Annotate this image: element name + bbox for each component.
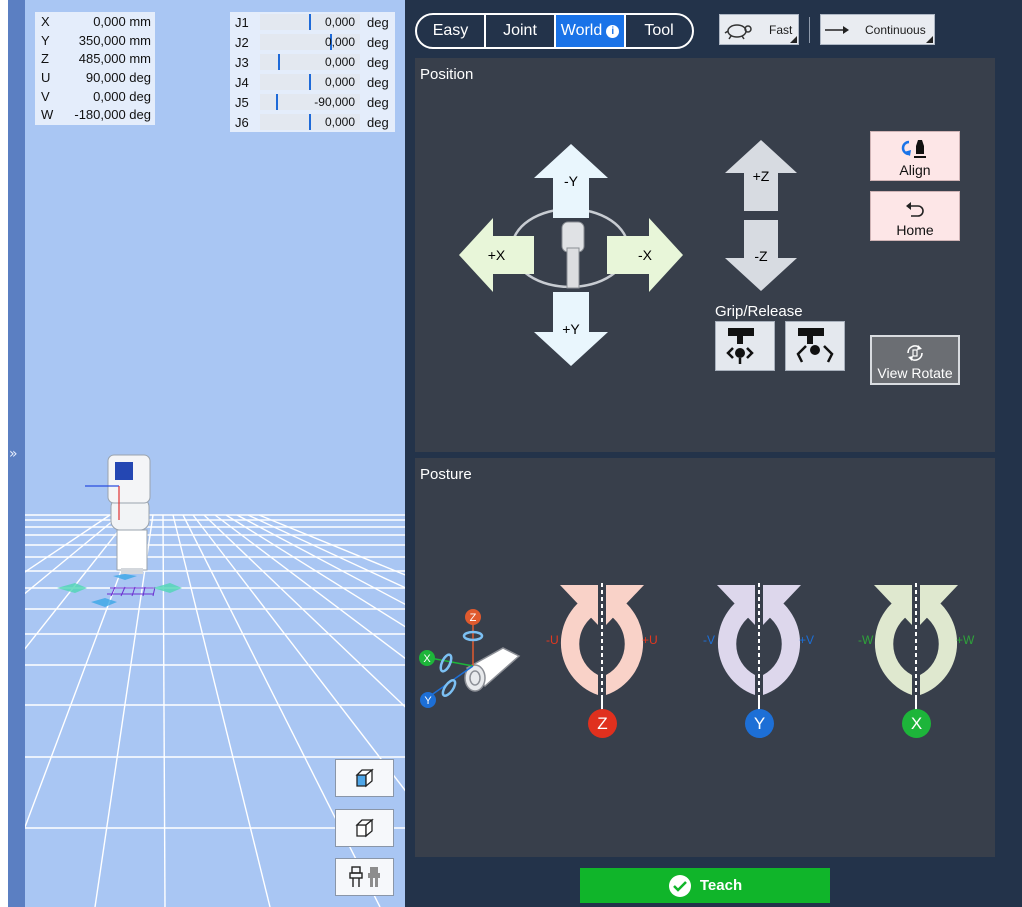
rotate-u-control: -U +U Z xyxy=(540,583,670,738)
world-coordinates-panel: X 0,000 mm Y 350,000 mm Z 485,000 mm U 90,00… xyxy=(35,12,155,125)
posture-section: Posture Z X Y -U +U Z -V +V Y -W +W X xyxy=(415,458,995,857)
dropdown-corner-icon xyxy=(926,36,933,43)
gripper-open-icon xyxy=(796,328,834,363)
tool-axes-diagram: Z X Y xyxy=(419,609,521,708)
jog-control-panel: Easy Joint World i Tool Fast Continuous P… xyxy=(405,0,1022,907)
joint-row-j6: J6 0,000 deg xyxy=(235,114,389,130)
undo-arrow-icon xyxy=(906,202,924,217)
toolbar-divider xyxy=(809,17,810,43)
floor-marker-front xyxy=(91,598,117,607)
joint-row-j4: J4 0,000 deg xyxy=(235,74,389,90)
turtle-icon xyxy=(724,23,752,39)
grip-release-label: Grip/Release xyxy=(715,303,803,320)
floor-marker-back xyxy=(113,574,137,580)
jog-minus-x-button[interactable]: -X xyxy=(607,218,683,292)
coord-row-w: W -180,000 deg xyxy=(41,107,151,122)
diagram-z-label: Z xyxy=(470,612,477,624)
diagram-x-label: X xyxy=(423,653,431,665)
tab-joint[interactable]: Joint xyxy=(486,15,556,47)
jog-minus-z-button[interactable]: -Z xyxy=(725,220,797,291)
teach-button[interactable]: Teach xyxy=(580,868,830,903)
align-button[interactable]: Align xyxy=(870,131,960,181)
axis-y-badge: Y xyxy=(745,709,774,738)
joint-row-j3: J3 0,000 deg xyxy=(235,54,389,70)
release-button[interactable] xyxy=(785,321,845,371)
tab-easy[interactable]: Easy xyxy=(417,15,486,47)
tab-tool[interactable]: Tool xyxy=(626,15,692,47)
speed-select-button[interactable]: Fast xyxy=(719,14,799,45)
floor-marker-left xyxy=(57,583,87,593)
coord-row-u: U 90,000 deg xyxy=(41,70,151,85)
rotate-view-icon xyxy=(907,345,923,361)
3d-viewport[interactable]: » X 0,000 mm Y 350,000 mm Z 485,000 mm U… xyxy=(0,0,405,907)
view-rotate-button[interactable]: View Rotate xyxy=(870,335,960,385)
cube-shaded-icon xyxy=(354,768,374,788)
coord-row-v: V 0,000 deg xyxy=(41,89,151,104)
home-button[interactable]: Home xyxy=(870,191,960,241)
floor-marker-right xyxy=(153,583,182,593)
grip-button[interactable] xyxy=(715,321,775,371)
tab-world[interactable]: World i xyxy=(556,15,626,47)
rotate-v-control: -V +V Y xyxy=(697,583,827,738)
robot-top-view-icon xyxy=(561,221,585,289)
posture-title: Posture xyxy=(420,466,472,483)
view-3d-button[interactable] xyxy=(335,759,394,797)
coord-row-z: Z 485,000 mm xyxy=(41,51,151,66)
coord-row-x: X 0,000 mm xyxy=(41,14,151,29)
arrow-right-icon xyxy=(825,25,849,34)
joint-row-j5: J5 -90,000 deg xyxy=(235,94,389,110)
jog-plus-y-button[interactable]: +Y xyxy=(534,292,608,366)
axis-x-badge: X xyxy=(902,709,931,738)
coord-row-y: Y 350,000 mm xyxy=(41,33,151,48)
cube-outline-icon xyxy=(354,818,374,838)
position-section: Position -Y +Y +X -X +Z -Z Align Home Gr… xyxy=(415,58,995,452)
align-icon xyxy=(901,140,926,158)
expand-chevron-icon[interactable]: » xyxy=(9,446,18,462)
collapse-bar[interactable]: » xyxy=(8,0,25,907)
step-mode-button[interactable]: Continuous xyxy=(820,14,935,45)
diagram-y-label: Y xyxy=(424,695,432,707)
check-circle-icon xyxy=(668,874,691,897)
jog-minus-y-button[interactable]: -Y xyxy=(534,144,608,218)
jog-plus-x-button[interactable]: +X xyxy=(459,218,534,292)
joint-row-j1: J1 0,000 deg xyxy=(235,14,389,30)
jog-plus-z-button[interactable]: +Z xyxy=(725,140,797,211)
robot-pair-icon xyxy=(348,866,380,887)
view-robot-button[interactable] xyxy=(335,858,394,896)
position-title: Position xyxy=(420,66,474,83)
jog-mode-tabs: Easy Joint World i Tool xyxy=(415,13,694,49)
dropdown-corner-icon xyxy=(790,36,797,43)
joint-angles-panel: J1 0,000 deg J2 0,000 deg J3 0,000 deg J… xyxy=(230,12,395,132)
axis-z-badge: Z xyxy=(588,709,617,738)
view-wireframe-button[interactable] xyxy=(335,809,394,847)
viewport-edge xyxy=(0,0,8,907)
info-icon[interactable]: i xyxy=(606,24,620,38)
gripper-close-icon xyxy=(726,328,754,364)
joint-row-j2: J2 0,000 deg xyxy=(235,34,389,50)
rotate-w-control: -W +W X xyxy=(854,583,984,738)
